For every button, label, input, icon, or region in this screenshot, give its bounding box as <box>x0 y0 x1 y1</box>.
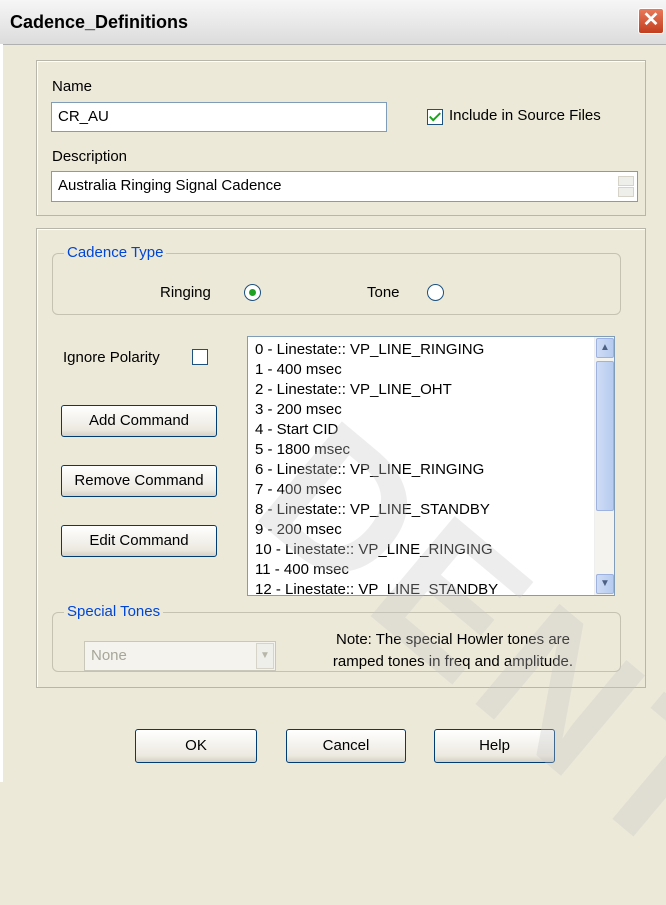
description-input[interactable]: Australia Ringing Signal Cadence <box>51 171 638 202</box>
special-tones-select[interactable]: None ▼ <box>84 641 276 671</box>
chevron-up-icon: ▲ <box>600 342 610 353</box>
list-item[interactable]: 5 - 1800 msec <box>248 440 614 460</box>
name-label: Name <box>52 78 93 95</box>
include-in-source-label: Include in Source Files <box>449 107 601 124</box>
list-item[interactable]: 8 - Linestate:: VP_LINE_STANDBY <box>248 500 614 520</box>
ignore-polarity-label: Ignore Polarity <box>63 349 160 366</box>
special-tones-legend: Special Tones <box>64 603 164 620</box>
name-input[interactable]: CR_AU <box>51 102 387 132</box>
command-list[interactable]: 0 - Linestate:: VP_LINE_RINGING 1 - 400 … <box>247 336 615 596</box>
close-button[interactable]: ✕ <box>638 8 664 34</box>
special-tones-value: None <box>91 647 127 664</box>
list-item[interactable]: 12 - Linestate:: VP_LINE_STANDBY <box>248 580 614 595</box>
help-button[interactable]: Help <box>434 729 555 763</box>
tone-label: Tone <box>367 284 400 301</box>
scroll-up-button[interactable]: ▲ <box>596 338 614 358</box>
description-label: Description <box>52 148 128 165</box>
list-item[interactable]: 1 - 400 msec <box>248 360 614 380</box>
ringing-label: Ringing <box>160 284 211 301</box>
ok-button[interactable]: OK <box>135 729 257 763</box>
note-line-1: Note: The special Howler tones are <box>335 631 570 648</box>
add-command-button[interactable]: Add Command <box>61 405 217 437</box>
list-item[interactable]: 11 - 400 msec <box>248 560 614 580</box>
cadence-type-legend: Cadence Type <box>64 244 167 261</box>
chevron-down-icon: ▼ <box>600 578 610 589</box>
scroll-down-button[interactable]: ▼ <box>596 574 614 594</box>
list-item[interactable]: 2 - Linestate:: VP_LINE_OHT <box>248 380 614 400</box>
scroll-thumb[interactable] <box>596 361 614 511</box>
list-item[interactable]: 10 - Linestate:: VP_LINE_RINGING <box>248 540 614 560</box>
list-item[interactable]: 6 - Linestate:: VP_LINE_RINGING <box>248 460 614 480</box>
list-item[interactable]: 7 - 400 msec <box>248 480 614 500</box>
list-item[interactable]: 0 - Linestate:: VP_LINE_RINGING <box>248 340 614 360</box>
list-item[interactable]: 9 - 200 msec <box>248 520 614 540</box>
window-title: Cadence_Definitions <box>10 12 189 32</box>
window-border <box>0 44 3 782</box>
ignore-polarity-checkbox[interactable] <box>192 349 208 365</box>
close-icon: ✕ <box>642 9 660 31</box>
combo-dropdown-button[interactable]: ▼ <box>256 643 274 669</box>
tone-radio[interactable] <box>427 284 444 301</box>
remove-command-button[interactable]: Remove Command <box>61 465 217 497</box>
cancel-button[interactable]: Cancel <box>286 729 406 763</box>
note-line-2: ramped tones in freq and amplitude. <box>332 653 574 670</box>
ringing-radio[interactable] <box>244 284 261 301</box>
include-in-source-checkbox[interactable] <box>427 109 443 125</box>
cadence-type-fieldset <box>52 253 621 315</box>
description-value: Australia Ringing Signal Cadence <box>58 177 282 194</box>
chevron-down-icon: ▼ <box>260 650 270 661</box>
command-list-scrollbar[interactable]: ▲ ▼ <box>594 337 614 595</box>
command-list-items: 0 - Linestate:: VP_LINE_RINGING 1 - 400 … <box>248 337 614 595</box>
description-spinner[interactable] <box>618 176 634 198</box>
title-bar: Cadence_Definitions ✕ <box>0 0 666 45</box>
list-item[interactable]: 3 - 200 msec <box>248 400 614 420</box>
howler-note: Note: The special Howler tones are rampe… <box>298 629 608 673</box>
edit-command-button[interactable]: Edit Command <box>61 525 217 557</box>
list-item[interactable]: 4 - Start CID <box>248 420 614 440</box>
